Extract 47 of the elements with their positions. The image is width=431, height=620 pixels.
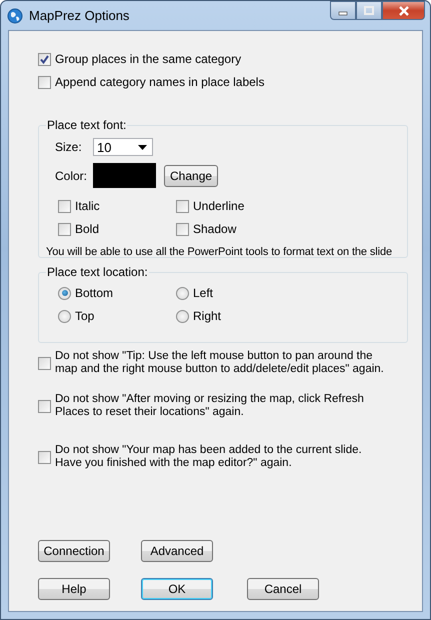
dialog-button[interactable]: Help [38, 578, 110, 600]
maximize-icon [364, 6, 374, 16]
radio-label: Top [75, 309, 94, 323]
radio-button[interactable] [58, 286, 71, 300]
checkbox[interactable] [38, 450, 51, 464]
checkbox-label: Group places in the same category [55, 52, 242, 66]
checkbox-label: Do not show "Your map has been added to the current slide. Have you finished with the map editor?" again. [55, 444, 363, 470]
checkbox[interactable] [176, 200, 189, 212]
size-dropdown[interactable]: 10 [93, 138, 153, 156]
checkbox[interactable] [38, 52, 51, 66]
checkbox-label: Italic [75, 199, 100, 213]
dialog-button[interactable]: Connection [38, 540, 110, 562]
checkbox[interactable] [58, 222, 71, 236]
dialog-button[interactable]: Advanced [141, 540, 213, 562]
group-title: Place text font: [46, 118, 128, 132]
radio-label: Left [193, 286, 214, 300]
checkbox-label: Append category names in place labels [55, 75, 264, 89]
checkbox-label: Shadow [193, 222, 236, 236]
group-title: Place text location: [46, 265, 149, 279]
globe-icon [7, 8, 23, 24]
checkbox-label: Do not show "After moving or resizing the map, click Refresh Places to reset their locations" again. [55, 393, 365, 419]
checkbox-label: Underline [193, 199, 244, 213]
color-swatch[interactable] [93, 163, 156, 188]
radio-button[interactable] [176, 286, 189, 300]
dropdown-arrow-icon [138, 144, 147, 150]
close-button[interactable] [382, 1, 425, 20]
checkbox[interactable] [38, 356, 51, 370]
checkbox[interactable] [58, 200, 71, 212]
change-button[interactable]: Change [164, 164, 218, 186]
minimize-button[interactable] [330, 1, 356, 20]
checkbox[interactable] [176, 222, 189, 236]
radio-button[interactable] [58, 310, 71, 322]
close-icon [398, 6, 410, 16]
checkbox[interactable] [38, 76, 51, 88]
maximize-button[interactable] [356, 1, 382, 20]
font-note: You will be able to use all the PowerPoint tools to format text on the slide [46, 246, 394, 258]
checkbox-label: Bold [75, 222, 100, 236]
dialog-button[interactable]: OK [141, 578, 213, 600]
checkbox-label: Do not show "Tip: Use the left mouse button to pan around the map and the right mouse button to add/delete/edit places" again. [55, 350, 385, 376]
checkbox[interactable] [38, 400, 51, 412]
radio-label: Right [193, 309, 222, 323]
window-title: MapPrez Options [29, 8, 130, 23]
radio-button[interactable] [176, 310, 189, 322]
dialog-button[interactable]: Cancel [247, 578, 319, 600]
radio-label: Bottom [75, 286, 114, 300]
size-label: Size: [55, 140, 83, 154]
color-label: Color: [55, 168, 88, 182]
